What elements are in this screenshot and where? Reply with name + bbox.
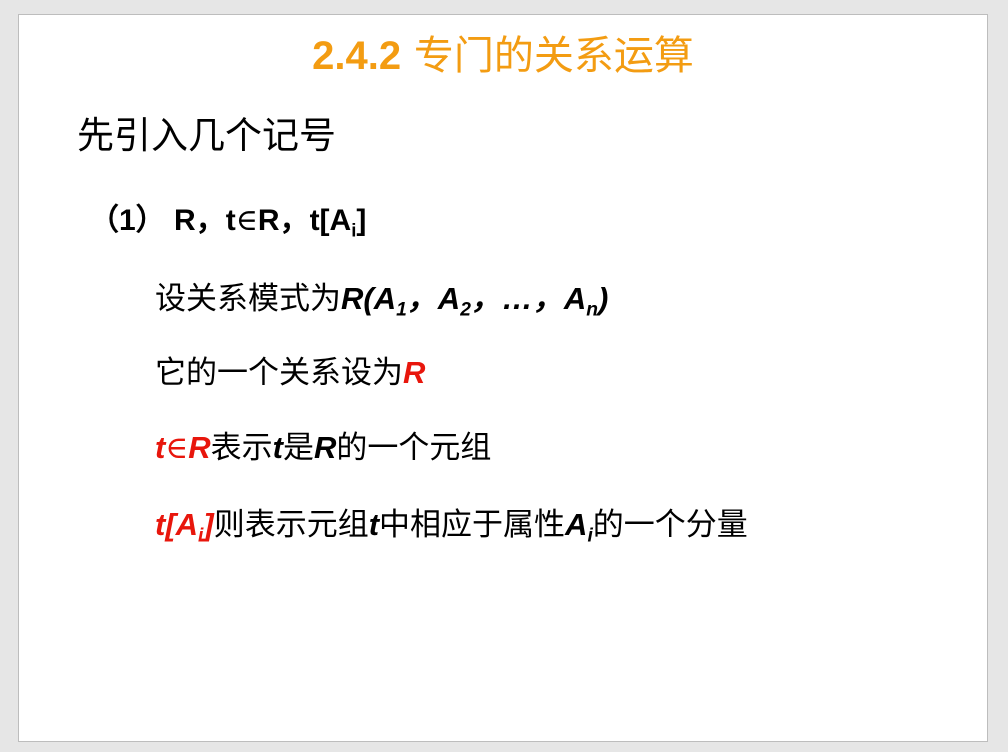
item-1-label: （1） — [89, 204, 166, 237]
sub-n: n — [586, 299, 598, 321]
comp-t: t — [368, 507, 380, 542]
relation-symbol: R — [403, 355, 426, 390]
tuple-in: ∈ — [165, 430, 189, 466]
sep-2: ，…，A — [470, 281, 587, 316]
component-formula: t[Ai] — [155, 507, 214, 546]
tuple-line: t∈R表示t是R的一个元组 — [155, 428, 491, 468]
title-text: 专门的关系运算 — [401, 33, 694, 79]
schema-formula: R(A1，A2，…，An) — [341, 281, 609, 320]
comp-close: ] — [203, 507, 214, 542]
item-1-part2: R，t[A — [257, 204, 352, 237]
sub-2: 2 — [460, 299, 471, 321]
slide-title: 2.4.2 专门的关系运算 — [19, 31, 987, 81]
component-line: t[Ai]则表示元组t中相应于属性Ai的一个分量 — [155, 505, 748, 546]
comp-A-letter: A — [565, 507, 588, 542]
item-1-part1: R，t — [174, 204, 236, 237]
schema-text: 设关系模式为 — [155, 281, 341, 317]
comp-A: Ai — [565, 507, 593, 546]
tuple-t2: t — [272, 430, 283, 465]
schema-formula-start: R(A — [341, 281, 397, 316]
schema-line: 设关系模式为R(A1，A2，…，An) — [155, 279, 609, 320]
sub-1: 1 — [396, 299, 407, 321]
tuple-R2: R — [314, 430, 337, 465]
tuple-R: R — [188, 430, 211, 465]
item-1-heading: （1） R，t∈R，t[Ai] — [89, 201, 366, 241]
tuple-text-1: 表示 — [210, 430, 273, 466]
intro-text: 先引入几个记号 — [77, 114, 336, 157]
relation-text: 它的一个关系设为 — [155, 355, 403, 391]
tuple-t: t — [155, 430, 166, 465]
slide: 2.4.2 专门的关系运算 先引入几个记号 （1） R，t∈R，t[Ai] 设关… — [18, 14, 988, 742]
comp-text-2: 中相应于属性 — [379, 507, 566, 543]
element-of-symbol: ∈ — [235, 203, 258, 238]
comp-text-1: 则表示元组 — [213, 507, 369, 543]
tuple-text-2: 是 — [283, 430, 314, 466]
sep-1: ，A — [406, 281, 461, 316]
title-number: 2.4.2 — [312, 34, 402, 78]
relation-line: 它的一个关系设为R — [155, 353, 425, 393]
comp-start: t[A — [155, 507, 199, 542]
comp-text-3: 的一个分量 — [592, 507, 748, 543]
schema-close: ) — [598, 281, 609, 316]
tuple-text-3: 的一个元组 — [336, 430, 492, 466]
item-1-close: ] — [356, 204, 367, 237]
